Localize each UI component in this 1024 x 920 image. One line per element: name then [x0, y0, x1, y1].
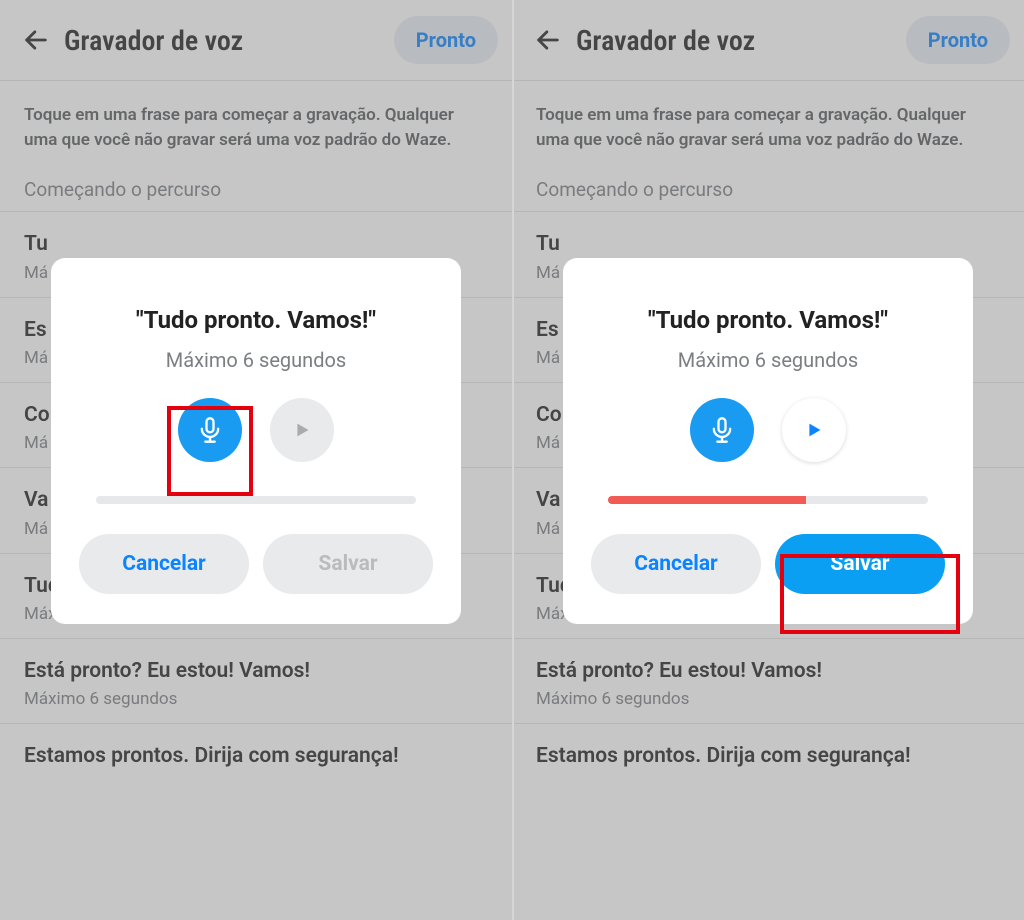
modal-max: Máximo 6 segundos	[678, 348, 858, 372]
microphone-icon	[708, 416, 736, 444]
play-icon	[803, 419, 825, 441]
save-button[interactable]: Salvar	[775, 534, 945, 594]
microphone-icon	[196, 416, 224, 444]
right-screenshot: Gravador de voz Pronto Toque em uma fras…	[512, 0, 1024, 920]
left-screenshot: Gravador de voz Pronto Toque em uma fras…	[0, 0, 512, 920]
play-button	[270, 398, 334, 462]
modal-phrase: "Tudo pronto. Vamos!"	[136, 306, 376, 334]
record-progress	[608, 496, 928, 504]
modal-max: Máximo 6 segundos	[166, 348, 346, 372]
modal-phrase: "Tudo pronto. Vamos!"	[648, 306, 888, 334]
cancel-button[interactable]: Cancelar	[79, 534, 249, 594]
record-modal: "Tudo pronto. Vamos!" Máximo 6 segundos	[51, 258, 461, 624]
play-icon	[291, 419, 313, 441]
record-button[interactable]	[690, 398, 754, 462]
record-modal: "Tudo pronto. Vamos!" Máximo 6 segundos	[563, 258, 973, 624]
record-progress	[96, 496, 416, 504]
record-button[interactable]	[178, 398, 242, 462]
panel-divider	[512, 0, 514, 920]
cancel-button[interactable]: Cancelar	[591, 534, 761, 594]
play-button[interactable]	[782, 398, 846, 462]
save-button: Salvar	[263, 534, 433, 594]
